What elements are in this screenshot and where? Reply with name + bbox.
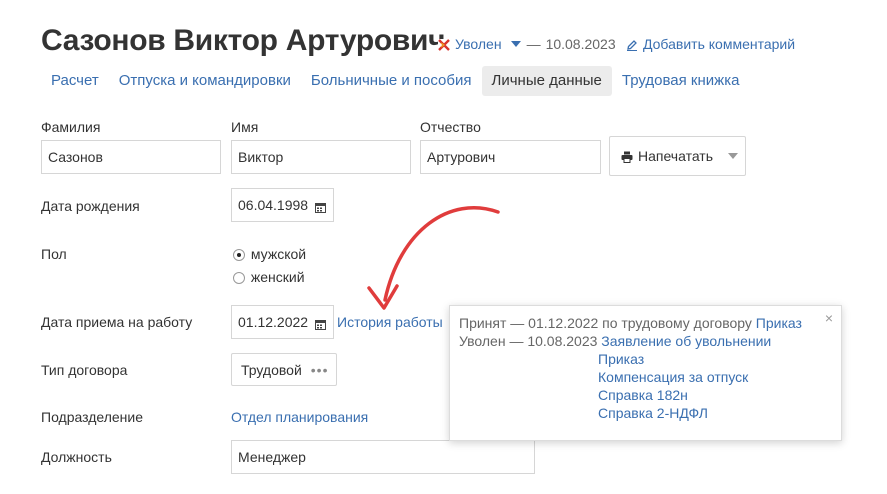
status-label[interactable]: Уволен: [455, 36, 502, 52]
hire-date-value[interactable]: 01.12.2022: [238, 314, 308, 330]
calendar-icon[interactable]: [315, 200, 327, 213]
popup-certificate-2ndfl-link[interactable]: Справка 2-НДФЛ: [598, 405, 708, 421]
popup-hired-order-link[interactable]: Приказ: [756, 315, 802, 331]
calendar-icon[interactable]: [315, 317, 327, 330]
radio-male[interactable]: [233, 249, 245, 262]
fired-icon: [438, 38, 450, 51]
position-label: Должность: [41, 449, 112, 465]
patronymic-label: Отчество: [420, 119, 481, 135]
name-label: Имя: [231, 119, 259, 135]
pencil-icon: [626, 38, 638, 51]
contract-type-selector[interactable]: Трудовой •••: [231, 353, 337, 386]
hire-date-field[interactable]: 01.12.2022: [231, 305, 334, 339]
surname-label: Фамилия: [41, 119, 101, 135]
gender-male-label[interactable]: мужской: [251, 246, 306, 262]
work-history-popup: Принят — 01.12.2022 по трудовому договор…: [449, 305, 842, 441]
more-icon[interactable]: •••: [311, 362, 329, 378]
status-dropdown[interactable]: Уволен — 10.08.2023: [438, 36, 616, 52]
gender-female-label[interactable]: женский: [251, 269, 305, 285]
birth-date-value[interactable]: 06.04.1998: [238, 197, 308, 213]
hire-date-label: Дата приема на работу: [41, 314, 193, 330]
popup-hired-text: Принят — 01.12.2022 по трудовому договор…: [459, 315, 752, 331]
status-date: 10.08.2023: [545, 36, 616, 52]
close-icon[interactable]: ×: [825, 310, 833, 326]
position-field[interactable]: Менеджер: [231, 440, 535, 474]
name-field[interactable]: Виктор: [231, 140, 411, 174]
tab-work-book[interactable]: Трудовая книжка: [612, 66, 750, 96]
gender-female-option[interactable]: женский: [233, 269, 305, 285]
department-link[interactable]: Отдел планирования: [231, 409, 368, 425]
popup-hired-row: Принят — 01.12.2022 по трудовому договор…: [459, 315, 802, 331]
print-button[interactable]: Напечатать: [609, 136, 746, 176]
birth-date-field[interactable]: 06.04.1998: [231, 188, 334, 222]
chevron-down-icon[interactable]: [510, 41, 521, 47]
page-title: Сазонов Виктор Артурович: [41, 24, 446, 57]
surname-field[interactable]: Сазонов: [41, 140, 221, 174]
gender-male-option[interactable]: мужской: [233, 246, 306, 262]
chevron-down-icon[interactable]: [728, 153, 739, 159]
popup-resignation-link[interactable]: Заявление об увольнении: [601, 333, 771, 349]
annotation-arrow: [367, 206, 500, 310]
tab-vacations[interactable]: Отпуска и командировки: [109, 66, 301, 96]
popup-fired-row: Уволен — 10.08.2023 Заявление об увольне…: [459, 333, 771, 349]
add-comment-label[interactable]: Добавить комментарий: [643, 36, 795, 52]
popup-order-link[interactable]: Приказ: [598, 351, 644, 367]
tab-bar: Расчет Отпуска и командировки Больничные…: [41, 66, 749, 96]
popup-certificate-182-link[interactable]: Справка 182н: [598, 387, 688, 403]
birth-date-label: Дата рождения: [41, 198, 140, 214]
popup-compensation-link[interactable]: Компенсация за отпуск: [598, 369, 748, 385]
contract-type-value[interactable]: Трудовой: [241, 362, 302, 378]
gender-label: Пол: [41, 246, 67, 262]
printer-icon: [621, 150, 633, 163]
tab-payroll[interactable]: Расчет: [41, 66, 109, 96]
department-label: Подразделение: [41, 409, 144, 425]
tab-personal-data[interactable]: Личные данные: [481, 66, 612, 96]
print-button-label[interactable]: Напечатать: [638, 148, 713, 164]
popup-fired-text: Уволен — 10.08.2023: [459, 333, 598, 349]
patronymic-field[interactable]: Артурович: [420, 140, 601, 174]
status-separator: —: [526, 36, 541, 52]
contract-type-label: Тип договора: [41, 362, 128, 378]
radio-female[interactable]: [233, 272, 245, 285]
tab-sick-leave[interactable]: Больничные и пособия: [301, 66, 482, 96]
add-comment-link[interactable]: Добавить комментарий: [626, 36, 795, 52]
